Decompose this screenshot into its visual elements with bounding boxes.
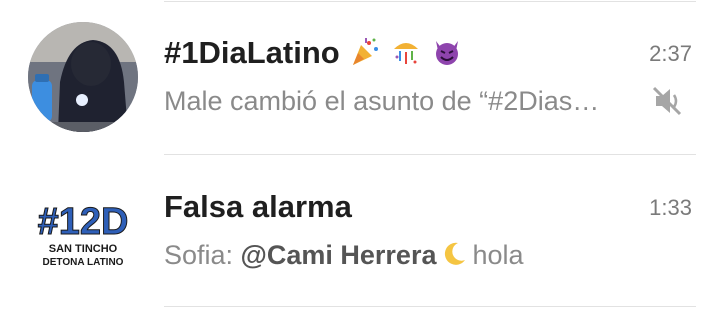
chat-preview: Sofia: @Cami Herrera hola	[164, 240, 524, 271]
chat-title: Falsa alarma	[164, 189, 352, 224]
party-popper-icon	[353, 38, 379, 65]
logo-text-line2: SAN TINCHO	[49, 243, 118, 255]
avatar[interactable]	[28, 22, 138, 132]
avatar-photo	[28, 22, 138, 132]
chat-time: 2:37	[649, 41, 692, 66]
chat-title-text: #1DiaLatino	[164, 35, 340, 70]
logo-text-main: #12D	[38, 201, 129, 243]
chat-title: #1DiaLatino	[164, 35, 462, 71]
chat-preview: Male cambió el asunto de “#2Dias…	[164, 86, 600, 116]
crescent-moon-icon	[445, 242, 466, 265]
preview-mention[interactable]: @Cami Herrera	[241, 240, 437, 270]
chat-list: #1DiaLatino 2:37 Male cambió el asunto d…	[0, 0, 720, 309]
confetti-ball-icon	[393, 43, 418, 64]
chat-time: 1:33	[649, 195, 692, 220]
avatar[interactable]: #12D SAN TINCHO DETONA LATINO	[28, 176, 138, 286]
chat-row-falsa-alarma[interactable]: #12D SAN TINCHO DETONA LATINO Falsa alar…	[0, 152, 720, 302]
divider	[164, 306, 696, 307]
muted-speaker-icon	[652, 86, 682, 116]
logo-text-line3: DETONA LATINO	[43, 257, 124, 268]
group-logo: #12D SAN TINCHO DETONA LATINO	[28, 176, 138, 286]
smiling-devil-icon	[435, 41, 458, 65]
preview-text: hola	[472, 240, 524, 270]
chat-row-1dialatino[interactable]: #1DiaLatino 2:37 Male cambió el asunto d…	[0, 0, 720, 150]
preview-sender: Sofia:	[164, 240, 241, 270]
